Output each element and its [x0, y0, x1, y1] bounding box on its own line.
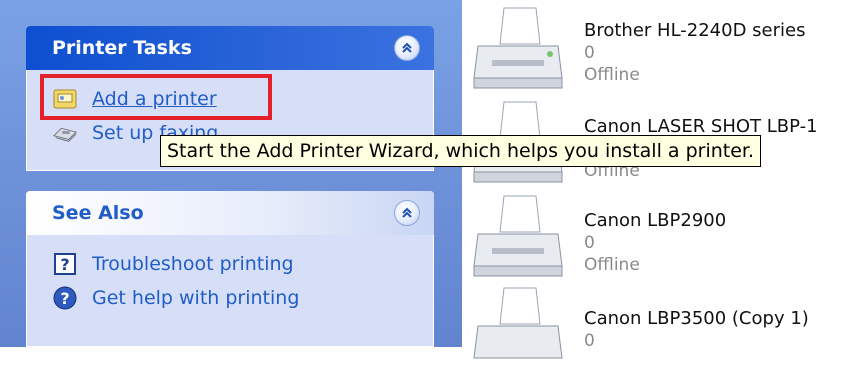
add-printer-tooltip: Start the Add Printer Wizard, which help…	[160, 135, 762, 167]
help-question-icon: ?	[52, 252, 78, 276]
printer-status: Offline	[584, 65, 640, 85]
collapse-chevron-up-icon[interactable]	[394, 35, 420, 61]
task-pane: Printer Tasks Add a printer Set up faxin…	[0, 0, 462, 347]
printer-status: Offline	[584, 255, 640, 275]
troubleshoot-printing-link[interactable]: Troubleshoot printing	[92, 253, 294, 275]
see-also-panel: See Also ? Troubleshoot printing ? Get h…	[26, 191, 434, 347]
svg-text:?: ?	[60, 289, 69, 308]
printer-name: Canon LBP3500 (Copy 1)	[584, 308, 809, 329]
printer-doc-count: 0	[584, 43, 595, 63]
add-printer-highlight-box	[40, 74, 272, 120]
printer-tasks-title: Printer Tasks	[52, 37, 192, 59]
collapse-chevron-up-icon[interactable]	[394, 200, 420, 226]
printer-doc-count: 0	[584, 331, 595, 351]
printer-item[interactable]: Canon LBP3500 (Copy 1) 0	[470, 284, 809, 380]
get-help-printing-link[interactable]: Get help with printing	[92, 287, 299, 309]
printer-doc-count: 0	[584, 233, 595, 253]
printer-name: Canon LBP2900	[584, 210, 727, 231]
printer-name: Brother HL-2240D series	[584, 20, 806, 41]
see-also-title: See Also	[52, 202, 144, 224]
printer-icon	[473, 7, 563, 89]
printer-icon	[473, 195, 563, 277]
fax-icon	[52, 121, 78, 145]
printer-icon	[473, 287, 563, 359]
help-circle-icon: ?	[52, 286, 78, 310]
printer-item[interactable]: Brother HL-2240D series 0 Offline	[470, 4, 805, 100]
svg-text:?: ?	[60, 255, 69, 274]
task-troubleshoot-printing[interactable]: ? Troubleshoot printing	[26, 247, 434, 281]
see-also-header[interactable]: See Also	[26, 191, 434, 235]
task-get-help-printing[interactable]: ? Get help with printing	[26, 281, 434, 315]
printer-tasks-header[interactable]: Printer Tasks	[26, 26, 434, 70]
printer-item[interactable]: Canon LBP2900 0 Offline	[470, 192, 726, 288]
